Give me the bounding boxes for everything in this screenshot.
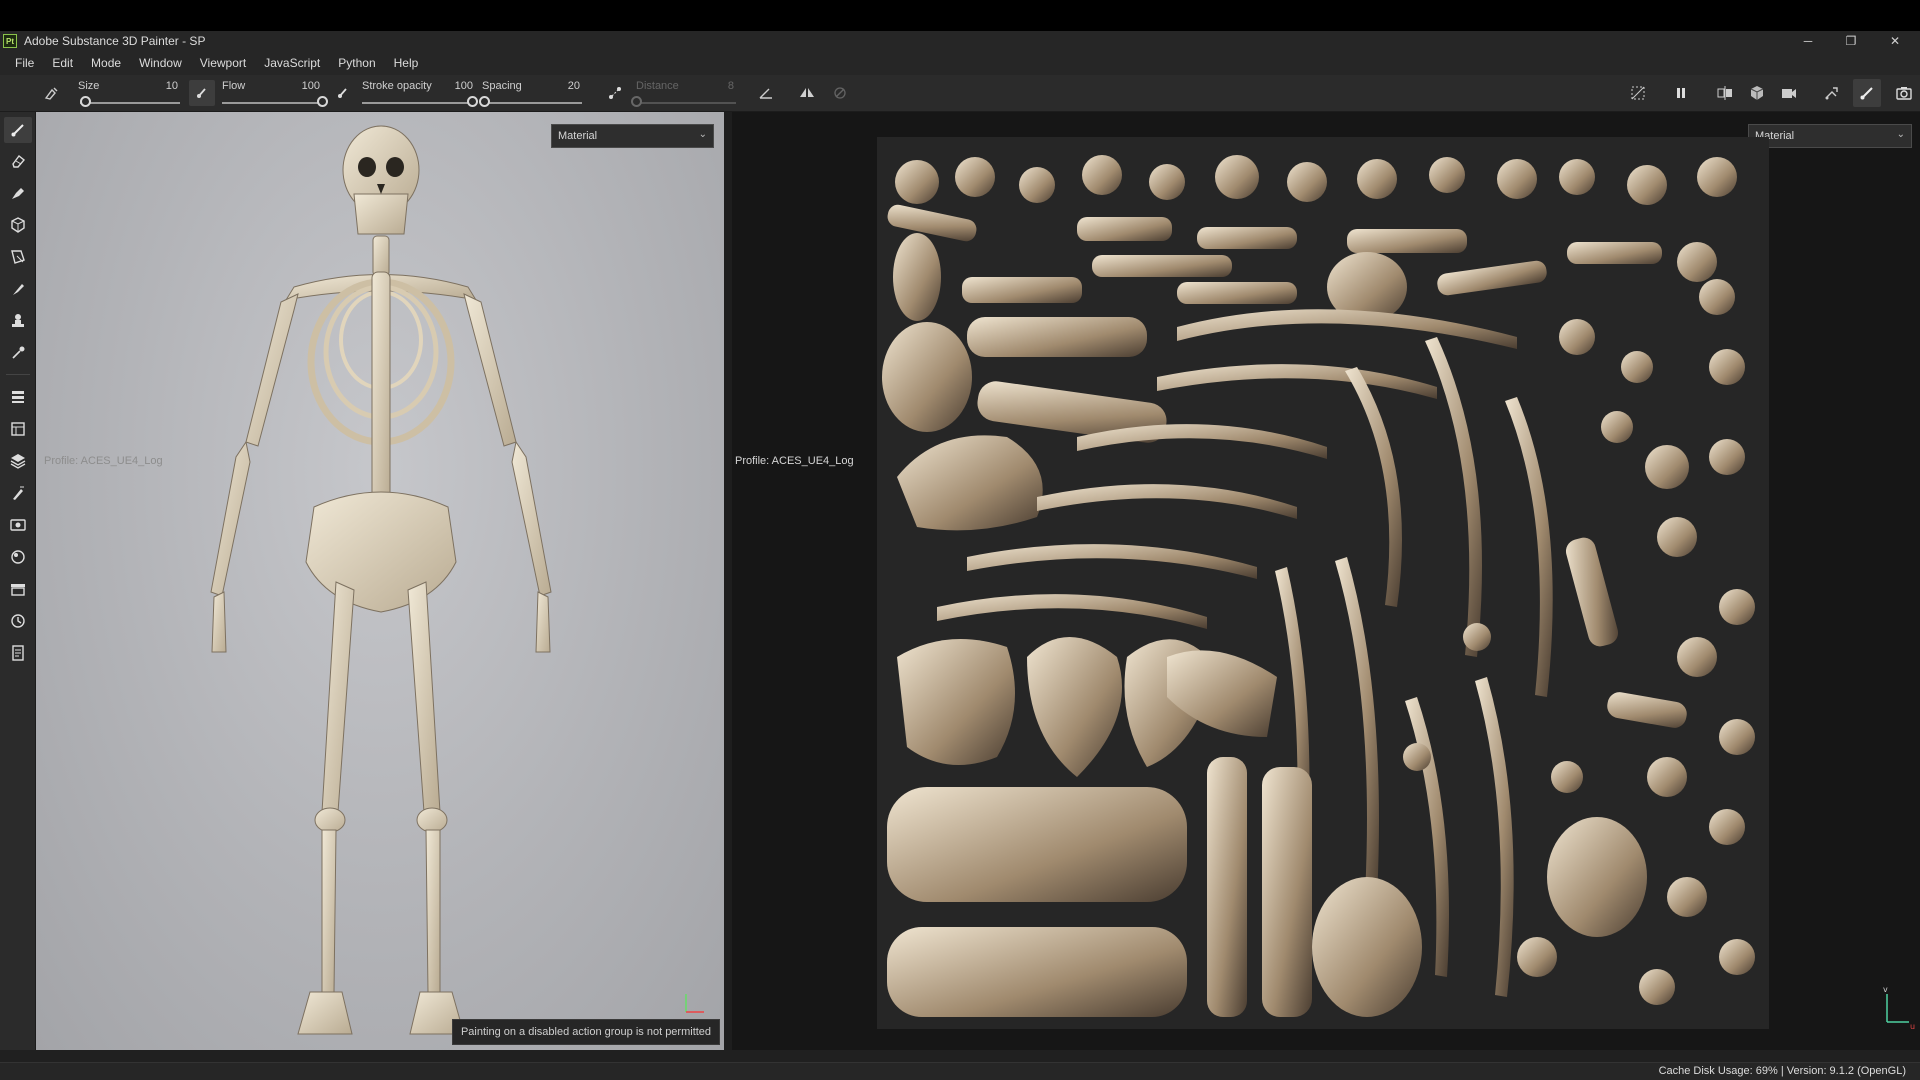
alpha-icon[interactable] bbox=[189, 80, 215, 106]
flow-slider[interactable] bbox=[222, 102, 322, 104]
bone-uv-islands bbox=[882, 155, 1755, 1017]
chevron-down-icon: ⌄ bbox=[1896, 129, 1905, 140]
lazy-mouse-icon[interactable] bbox=[602, 80, 628, 106]
flow-value[interactable]: 100 bbox=[290, 80, 320, 92]
eraser-icon[interactable] bbox=[4, 148, 32, 174]
spacing-slider[interactable] bbox=[482, 102, 582, 104]
history-icon[interactable] bbox=[4, 608, 32, 634]
top-black-band bbox=[0, 0, 1920, 31]
stroke-opacity-slider-handle[interactable] bbox=[467, 96, 478, 107]
spacing-slider-handle[interactable] bbox=[479, 96, 490, 107]
material-channel-label: Material bbox=[558, 130, 598, 142]
properties-icon[interactable] bbox=[4, 480, 32, 506]
spacing-value[interactable]: 20 bbox=[550, 80, 580, 92]
log-icon[interactable] bbox=[4, 640, 32, 666]
context-toolbar: Size 10 Flow 100 Stroke opacity 100 Spac… bbox=[0, 75, 1920, 112]
3d-axis-gizmo bbox=[685, 994, 704, 1013]
menu-mode[interactable]: Mode bbox=[82, 56, 130, 70]
cube-view-icon[interactable] bbox=[1743, 79, 1771, 107]
warning-message: Painting on a disabled action group is n… bbox=[460, 1026, 712, 1038]
status-bar: Cache Disk Usage: 69% | Version: 9.1.2 (… bbox=[0, 1062, 1920, 1080]
spacing-label: Spacing bbox=[482, 80, 522, 92]
size-label: Size bbox=[78, 80, 100, 92]
pause-icon[interactable] bbox=[1667, 79, 1695, 107]
uv-axis-gizmo: v u bbox=[1883, 985, 1915, 1031]
camera-icon[interactable] bbox=[1775, 79, 1803, 107]
texture-set-list-icon[interactable] bbox=[4, 416, 32, 442]
layers-icon[interactable] bbox=[4, 384, 32, 410]
geometry-mask-icon[interactable] bbox=[4, 212, 32, 238]
eraser-mode-icon bbox=[826, 79, 854, 107]
menu-help[interactable]: Help bbox=[385, 56, 428, 70]
smudge-icon[interactable] bbox=[4, 276, 32, 302]
skeleton-model bbox=[210, 125, 552, 1035]
assets-icon[interactable] bbox=[4, 576, 32, 602]
size-value[interactable]: 10 bbox=[148, 80, 178, 92]
viewport-divider[interactable] bbox=[724, 112, 732, 1050]
material-channel-dropdown[interactable]: Material ⌄ bbox=[551, 124, 714, 148]
brush-preset-icon[interactable] bbox=[38, 79, 66, 107]
size-slider-handle[interactable] bbox=[80, 96, 91, 107]
distance-value: 8 bbox=[727, 80, 734, 92]
stroke-opacity-label: Stroke opacity bbox=[362, 80, 432, 92]
material-channel-dropdown-2d[interactable]: Material ⌄ bbox=[1748, 124, 1912, 148]
chevron-down-icon: ⌄ bbox=[698, 129, 707, 140]
shader-settings-icon[interactable] bbox=[4, 544, 32, 570]
clone-icon[interactable] bbox=[4, 308, 32, 334]
menu-file[interactable]: File bbox=[6, 56, 43, 70]
display-settings-icon[interactable] bbox=[4, 512, 32, 538]
minimize-button[interactable]: ─ bbox=[1786, 31, 1830, 51]
paint-brush-icon[interactable] bbox=[1853, 79, 1881, 107]
angle-icon[interactable] bbox=[752, 79, 780, 107]
color-profile-label-2d: Profile: ACES_UE4_Log bbox=[735, 455, 854, 467]
size-slider[interactable] bbox=[80, 102, 180, 104]
stroke-opacity-value[interactable]: 100 bbox=[443, 80, 473, 92]
3d-viewport[interactable]: Material ⌄ Profile: ACES_UE4_Log bbox=[36, 112, 724, 1050]
projection-icon[interactable] bbox=[4, 180, 32, 206]
color-profile-label: Profile: ACES_UE4_Log bbox=[44, 455, 163, 467]
paint-brush-icon[interactable] bbox=[4, 117, 32, 143]
color-picker-icon[interactable] bbox=[4, 340, 32, 366]
status-text: Cache Disk Usage: 69% | Version: 9.1.2 (… bbox=[1658, 1065, 1906, 1077]
title-bar: Pt Adobe Substance 3D Painter - SP ─ ❐ ✕ bbox=[0, 31, 1920, 51]
flow-slider-handle[interactable] bbox=[317, 96, 328, 107]
u-axis-label: u bbox=[1910, 1022, 1915, 1031]
menu-viewport[interactable]: Viewport bbox=[191, 56, 255, 70]
restore-button[interactable]: ❐ bbox=[1829, 31, 1873, 51]
bake-icon[interactable] bbox=[1818, 79, 1846, 107]
menu-edit[interactable]: Edit bbox=[43, 56, 82, 70]
hide-grid-icon[interactable] bbox=[1624, 79, 1652, 107]
distance-slider bbox=[636, 102, 736, 104]
app-logo-icon: Pt bbox=[3, 34, 17, 48]
tool-separator bbox=[6, 374, 30, 375]
distance-slider-handle bbox=[631, 96, 642, 107]
menu-window[interactable]: Window bbox=[130, 56, 191, 70]
panel-bottom-strip bbox=[0, 1050, 1920, 1062]
menu-javascript[interactable]: JavaScript bbox=[255, 56, 329, 70]
window-title: Adobe Substance 3D Painter - SP bbox=[24, 34, 206, 48]
warning-toast: Painting on a disabled action group is n… bbox=[452, 1019, 720, 1045]
symmetry-icon[interactable] bbox=[793, 79, 821, 107]
menu-python[interactable]: Python bbox=[329, 56, 384, 70]
color-picker-icon[interactable] bbox=[330, 80, 356, 106]
polygon-fill-icon[interactable] bbox=[4, 244, 32, 270]
uv-texture-sheet bbox=[877, 137, 1769, 1029]
close-button[interactable]: ✕ bbox=[1873, 31, 1917, 51]
stroke-opacity-slider[interactable] bbox=[362, 102, 472, 104]
v-axis-label: v bbox=[1883, 985, 1888, 994]
left-tool-strip bbox=[0, 112, 36, 1050]
distance-label: Distance bbox=[636, 80, 679, 92]
texture-set-settings-icon[interactable] bbox=[4, 448, 32, 474]
split-view-icon[interactable] bbox=[1711, 79, 1739, 107]
screenshot-icon[interactable] bbox=[1890, 79, 1918, 107]
menu-bar: File Edit Mode Window Viewport JavaScrip… bbox=[0, 51, 1920, 75]
flow-label: Flow bbox=[222, 80, 246, 92]
